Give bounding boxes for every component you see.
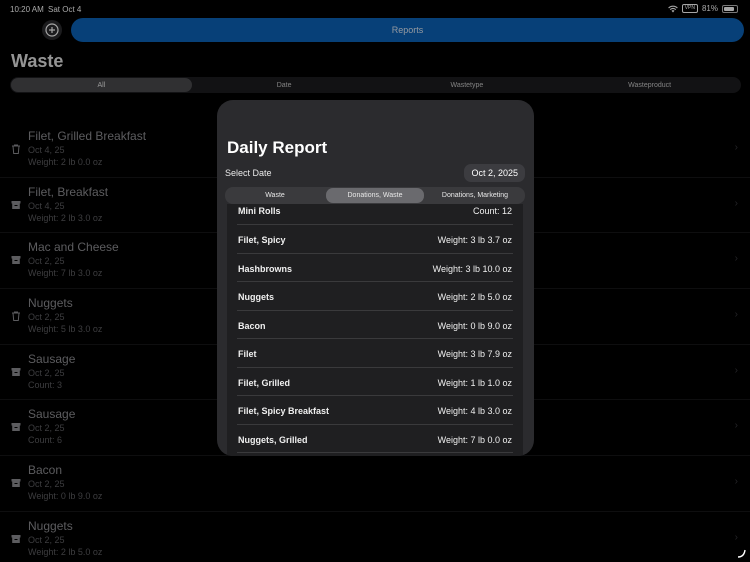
report-item-name: Filet [238,349,257,359]
date-picker-button[interactable]: Oct 2, 2025 [464,164,525,182]
report-row: Nuggets, Grilled Weight: 7 lb 0.0 oz [237,425,513,453]
daily-report-modal: Daily Report Select Date Oct 2, 2025 Was… [217,100,534,456]
report-item-value: Weight: 1 lb 1.0 oz [437,377,512,388]
report-row: Filet, Grilled Weight: 1 lb 1.0 oz [237,368,513,396]
report-item-name: Bacon [238,320,266,331]
report-item-value: Weight: 3 lb 10.0 oz [432,263,512,274]
report-item-name: Filet, Grilled [238,377,291,388]
report-row: Filet, Spicy Weight: 3 lb 3.7 oz [237,225,513,254]
tab-donations-marketing[interactable]: Donations, Marketing [426,188,524,203]
report-item-value: Count: 12 [472,206,512,216]
report-row: Hashbrowns Weight: 3 lb 10.0 oz [237,254,513,282]
tab-donations-waste[interactable]: Donations, Waste [326,188,424,203]
report-item-value: Weight: 7 lb 0.0 oz [437,434,512,445]
report-item-value: Weight: 3 lb 7.9 oz [437,349,512,359]
report-row: Nuggets Weight: 2 lb 5.0 oz [237,282,513,311]
report-row: Bacon Weight: 0 lb 9.0 oz [237,311,513,339]
tab-waste[interactable]: Waste [226,188,324,203]
report-item-value: Weight: 2 lb 5.0 oz [437,292,512,302]
report-item-name: Hashbrowns [238,263,293,274]
report-items-list[interactable]: Mini Rolls Count: 12 Filet, Spicy Weight… [227,204,523,456]
report-item-name: Filet, Spicy Breakfast [238,406,330,416]
report-item-value: Weight: 4 lb 3.0 oz [437,406,512,416]
report-item-name: Filet, Spicy [238,235,286,245]
report-item-name: Nuggets, Grilled [238,434,308,445]
report-item-value: Weight: 0 lb 9.0 oz [437,320,512,331]
report-row: Mini Rolls Count: 12 [237,204,513,225]
report-item-value: Weight: 3 lb 3.7 oz [437,235,512,245]
report-row: Filet Weight: 3 lb 7.9 oz [237,339,513,368]
modal-title: Daily Report [227,138,328,157]
resize-handle-icon[interactable] [736,548,746,558]
select-date-label: Select Date [225,168,272,178]
report-row: Filet, Spicy Breakfast Weight: 4 lb 3.0 … [237,396,513,425]
report-item-name: Nuggets [238,292,274,302]
report-type-segmented-control: Waste Donations, Waste Donations, Market… [225,187,525,204]
report-item-name: Mini Rolls [238,206,281,216]
